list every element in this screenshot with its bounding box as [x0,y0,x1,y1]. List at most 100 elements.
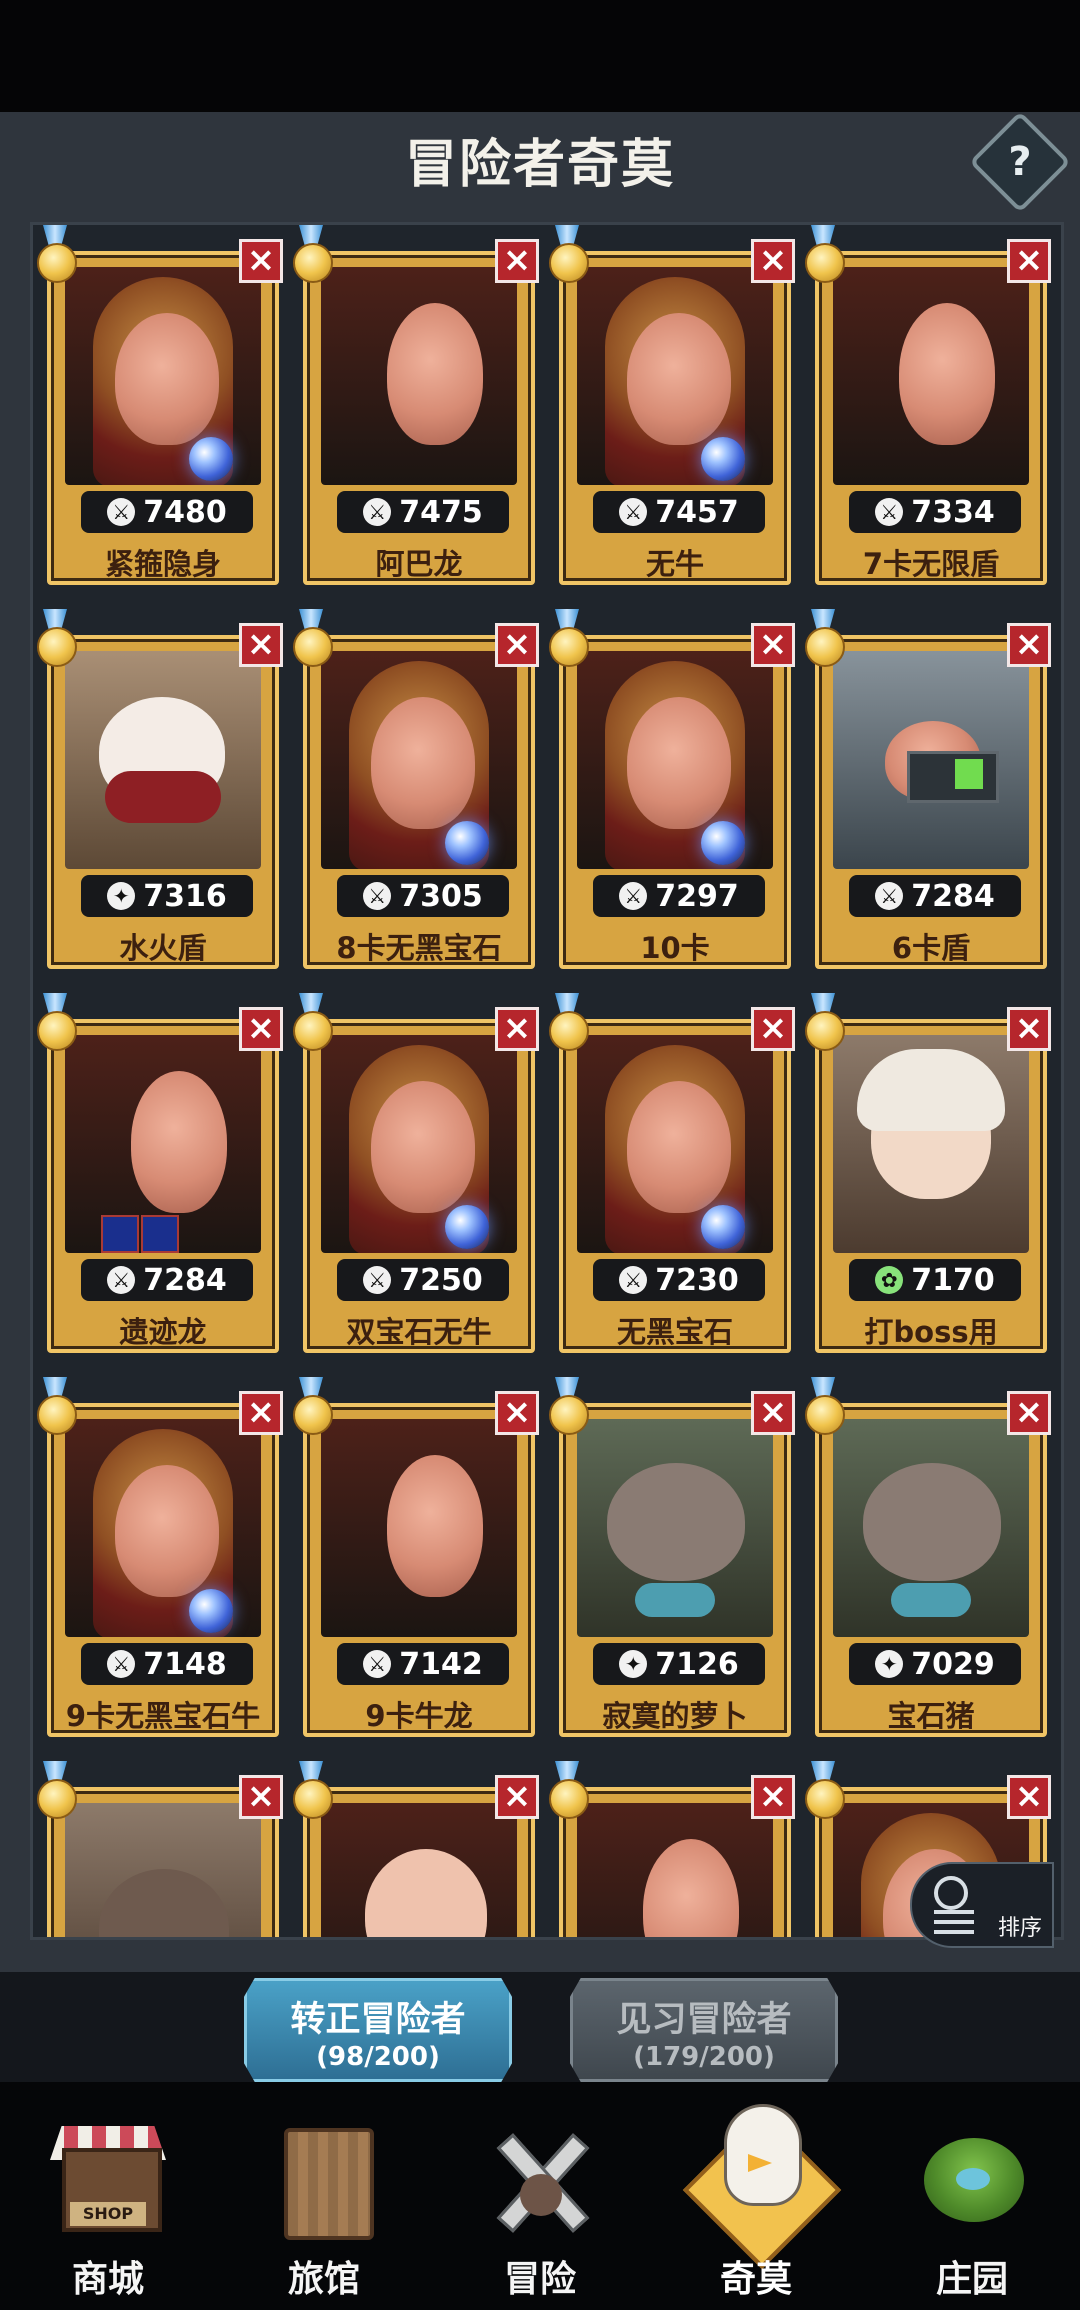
sword-icon: ⚔ [107,1650,136,1678]
character-portrait [65,1419,261,1637]
orb-icon [189,437,233,481]
remove-button[interactable]: × [495,1007,539,1051]
sort-button[interactable]: 排序 [910,1862,1054,1948]
adventurer-card[interactable]: ⚔ 7305 8卡无黑宝石 × [289,609,539,969]
character-portrait [65,651,261,869]
adventurer-card[interactable]: ✿ 7170 打boss用 × [801,993,1051,1353]
orb-icon [445,821,489,865]
adventurer-grid[interactable]: ⚔ 7480 紧箍隐身 × ⚔ 7475 阿巴龙 × ⚔ 7457 无牛 × ⚔ 733… [30,222,1064,1940]
adventurer-card[interactable]: ⚔ 7250 双宝石无牛 × [289,993,539,1353]
remove-button[interactable]: × [239,1007,283,1051]
face-art [863,1463,1001,1581]
power-score: ⚔ 7148 [81,1643,253,1685]
wrench-icon: ✦ [107,882,136,910]
tab-formal-adventurer[interactable]: 转正冒险者 (98/200) [244,1978,512,2082]
tab-trainee-count: (179/200) [633,2042,775,2072]
remove-button[interactable]: × [1007,1391,1051,1435]
character-portrait [321,1803,517,1937]
nav-inn[interactable]: 旅馆 [236,2110,412,2300]
adventurer-card[interactable]: ⚔ 7457 无牛 × [545,225,795,585]
remove-button[interactable]: × [495,623,539,667]
sword-icon: ⚔ [619,1266,648,1294]
face-art [627,1081,731,1213]
tab-formal-label: 转正冒险者 [290,2000,466,2040]
power-score: ⚔ 7457 [593,491,765,533]
sort-lines-icon [934,1910,974,1934]
remove-button[interactable]: × [495,1775,539,1819]
adventurer-card[interactable]: ⚔ 7297 10卡 × [545,609,795,969]
nav-adventure-label: 冒险 [503,2259,576,2300]
adventurer-card[interactable]: ⚔ 7475 阿巴龙 × [289,225,539,585]
card-name: 6卡盾 [891,931,971,965]
adventurer-card[interactable]: ✦ 7126 寂寞的萝卜 × [545,1377,795,1737]
remove-button[interactable]: × [751,239,795,283]
remove-button[interactable]: × [239,1775,283,1819]
adventurer-card[interactable]: × [545,1761,795,1937]
card-frame: ✿ 7170 打boss用 [815,1019,1047,1353]
collar-art [635,1583,715,1617]
remove-button[interactable]: × [751,623,795,667]
remove-button[interactable]: × [1007,623,1051,667]
adventurer-card[interactable]: ✦ 7029 宝石猪 × [801,1377,1051,1737]
remove-button[interactable]: × [1007,239,1051,283]
adventurer-card[interactable]: ✦ 7316 水火盾 × [33,609,283,969]
adventurer-card[interactable]: ⚔ 7284 6卡盾 × [801,609,1051,969]
card-frame: ⚔ 7148 9卡无黑宝石牛 [47,1403,279,1737]
sword-icon: ⚔ [363,498,392,526]
card-name: 10卡 [640,931,710,965]
remove-button[interactable]: × [239,239,283,283]
medal-icon [33,1761,77,1825]
adventurer-card[interactable]: ⚔ 7142 9卡牛龙 × [289,1377,539,1737]
card-frame: ✦ 7126 寂寞的萝卜 [559,1403,791,1737]
medal-icon [33,993,77,1057]
power-score: ⚔ 7475 [337,491,509,533]
remove-button[interactable]: × [239,623,283,667]
remove-button[interactable]: × [1007,1007,1051,1051]
card-frame: ⚔ 7475 阿巴龙 [303,251,535,585]
adventurer-card[interactable]: ⚔ 7230 无黑宝石 × [545,993,795,1353]
nav-farm[interactable]: 庄园 [884,2110,1060,2300]
adventurer-card[interactable]: ⚔ 7334 7卡无限盾 × [801,225,1051,585]
adventurer-card[interactable]: ⚔ 7284 遗迹龙 × [33,993,283,1353]
face-art [115,1465,219,1597]
adventurer-card[interactable]: ⚔ 7148 9卡无黑宝石牛 × [33,1377,283,1737]
character-portrait [577,1035,773,1253]
power-score: ✦ 7316 [81,875,253,917]
adventurer-card[interactable]: × [33,1761,283,1937]
help-icon: ? [1008,139,1032,185]
card-frame: ⚔ 7480 紧箍隐身 [47,251,279,585]
card-name: 9卡无黑宝石牛 [65,1699,261,1733]
remove-button[interactable]: × [751,1007,795,1051]
nav-adventure[interactable]: 冒险 [452,2110,628,2300]
orb-icon [701,821,745,865]
adventurer-card[interactable]: × [289,1761,539,1937]
tab-formal-count: (98/200) [316,2042,440,2072]
power-score: ⚔ 7305 [337,875,509,917]
character-portrait [577,651,773,869]
sword-icon: ⚔ [619,498,648,526]
remove-button[interactable]: × [239,1391,283,1435]
nav-shop[interactable]: SHOP 商城 [20,2110,196,2300]
nav-qimo[interactable]: 奇莫 [668,2104,844,2300]
qimo-icon [682,2104,842,2270]
shop-icon: SHOP [42,2110,174,2242]
medal-icon [33,609,77,673]
nav-inn-label: 旅馆 [287,2259,360,2300]
medal-icon [289,993,333,1057]
card-frame: ✦ 7029 宝石猪 [815,1403,1047,1737]
medal-icon [801,993,845,1057]
tab-trainee-adventurer[interactable]: 见习冒险者 (179/200) [570,1978,838,2082]
medal-icon [289,609,333,673]
sword-icon: ⚔ [107,498,136,526]
card-name: 8卡无黑宝石 [336,931,502,965]
medal-icon [289,225,333,289]
remove-button[interactable]: × [751,1775,795,1819]
sword-icon: ⚔ [363,1650,392,1678]
remove-button[interactable]: × [1007,1775,1051,1819]
power-score: ⚔ 7142 [337,1643,509,1685]
remove-button[interactable]: × [495,239,539,283]
remove-button[interactable]: × [751,1391,795,1435]
remove-button[interactable]: × [495,1391,539,1435]
adventurer-card[interactable]: ⚔ 7480 紧箍隐身 × [33,225,283,585]
medal-icon [545,1377,589,1441]
